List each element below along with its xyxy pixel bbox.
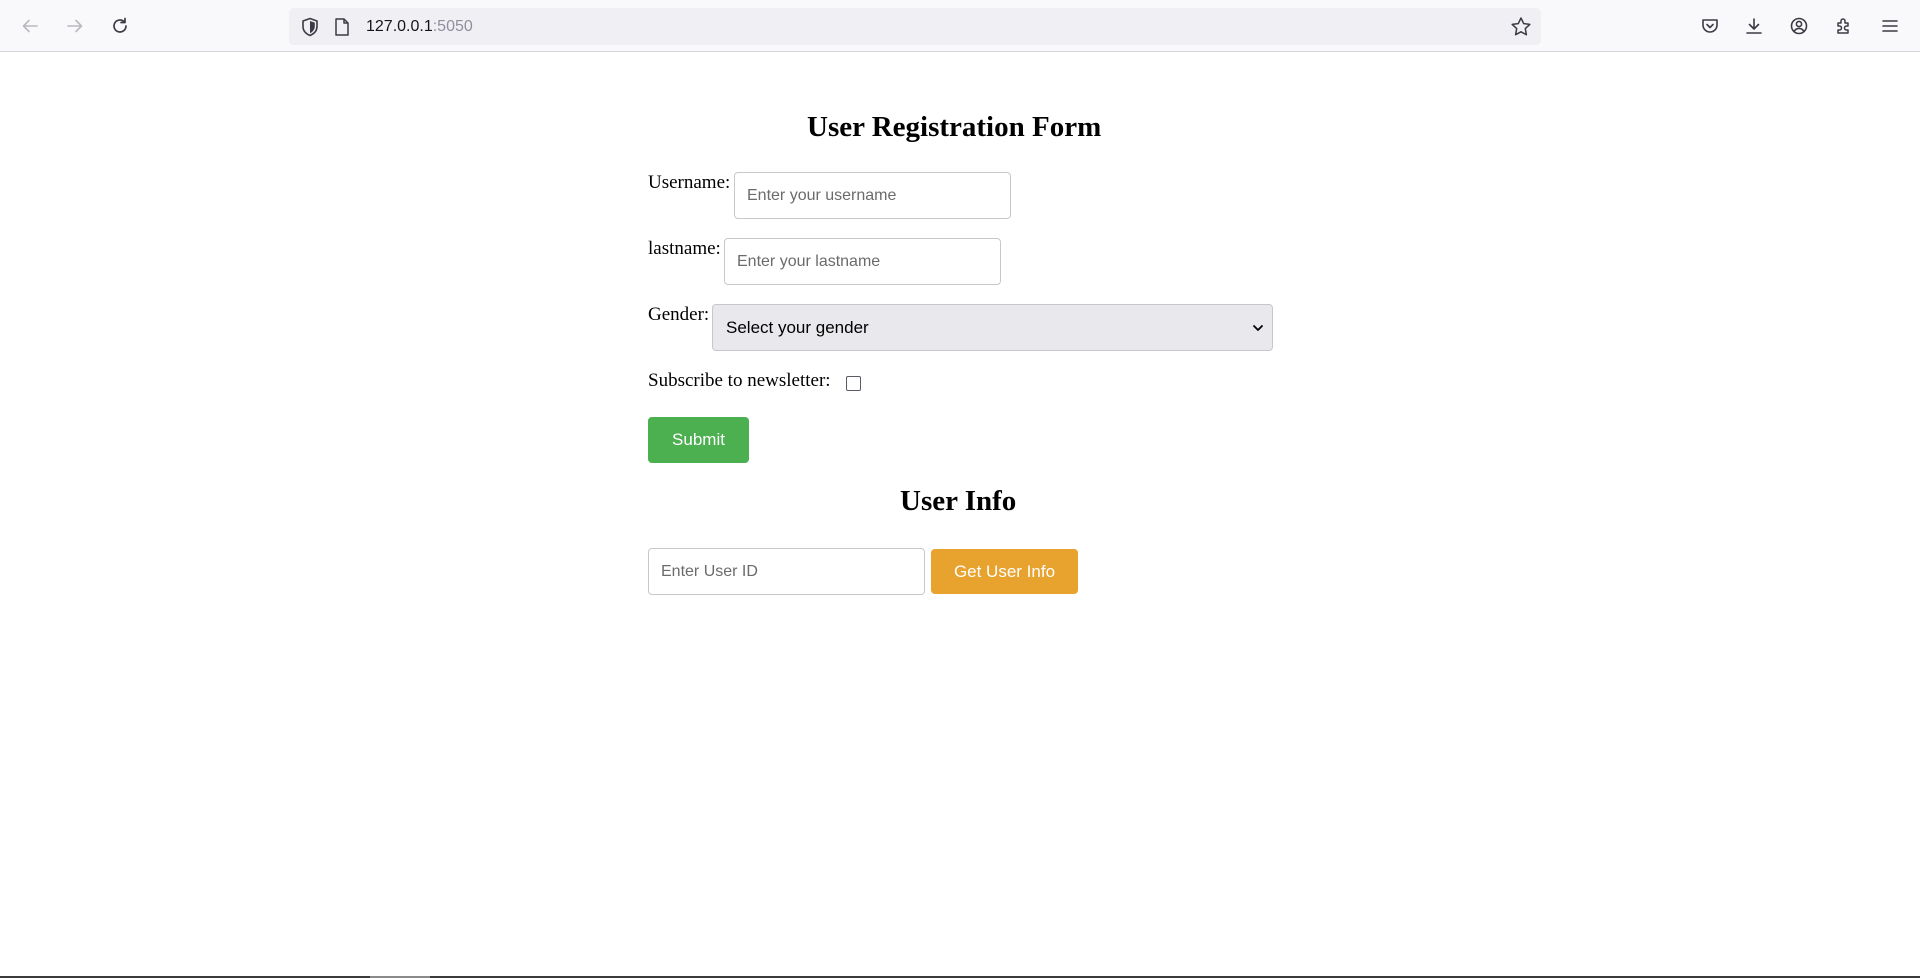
gender-select[interactable]: Select your gender: [712, 304, 1273, 351]
url-port: :5050: [432, 18, 473, 35]
extensions-icon[interactable]: [1830, 12, 1858, 40]
account-icon[interactable]: [1785, 12, 1813, 40]
user-info-title: User Info: [900, 485, 1017, 517]
page-icon[interactable]: [333, 17, 351, 37]
pocket-icon[interactable]: [1696, 12, 1724, 40]
gender-label: Gender:: [648, 304, 710, 325]
gender-selected-value: Select your gender: [726, 317, 869, 337]
get-user-info-button[interactable]: Get User Info: [931, 549, 1078, 594]
lastname-input[interactable]: [724, 238, 1001, 285]
address-bar[interactable]: 127.0.0.1:5050: [289, 8, 1541, 45]
newsletter-checkbox[interactable]: [846, 376, 861, 391]
user-id-input[interactable]: [648, 548, 925, 595]
reload-icon[interactable]: [106, 12, 134, 40]
browser-toolbar: 127.0.0.1:5050: [0, 0, 1920, 52]
newsletter-label: Subscribe to newsletter:: [648, 370, 831, 391]
username-input[interactable]: [734, 172, 1011, 219]
download-icon[interactable]: [1740, 12, 1768, 40]
registration-title: User Registration Form: [807, 111, 1102, 143]
shield-icon[interactable]: [299, 16, 321, 38]
forward-arrow-icon[interactable]: [61, 12, 89, 40]
chevron-down-icon: [1253, 325, 1263, 331]
url-text[interactable]: 127.0.0.1:5050: [366, 17, 473, 37]
back-arrow-icon[interactable]: [16, 12, 44, 40]
url-host: 127.0.0.1: [366, 18, 433, 35]
lastname-label: lastname:: [648, 238, 721, 259]
username-label: Username:: [648, 172, 731, 193]
page-content: User Registration Form Username: lastnam…: [0, 53, 1920, 976]
submit-button[interactable]: Submit: [648, 417, 749, 463]
menu-icon[interactable]: [1876, 12, 1904, 40]
bookmark-star-icon[interactable]: [1509, 15, 1533, 39]
